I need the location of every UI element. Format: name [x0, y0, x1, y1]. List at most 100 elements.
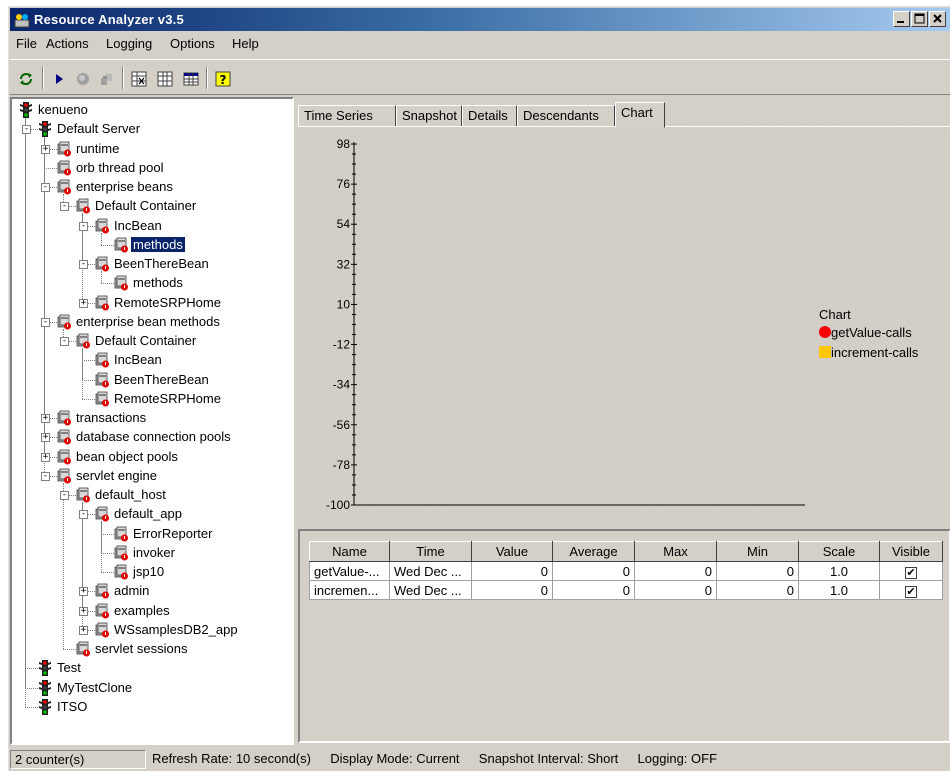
tree-node[interactable]: methods [113, 236, 185, 254]
table-row[interactable]: incremen... Wed Dec ... 0 0 0 0 1.0 ✔ [309, 580, 943, 600]
tree-node[interactable]: Default Container [75, 197, 198, 215]
tree-node[interactable]: database connection pools [56, 428, 233, 446]
toolbar-separator [42, 67, 44, 89]
collapse-icon[interactable]: - [79, 260, 88, 269]
help-icon[interactable]: ? [214, 70, 232, 88]
tree-node[interactable]: RemoteSRPHome [94, 294, 223, 312]
legend-marker [819, 346, 831, 358]
scale-cell: 1.0 [798, 561, 880, 581]
column-header[interactable]: Visible [879, 541, 943, 562]
tree-node[interactable]: ITSO [37, 698, 89, 716]
resource-icon [57, 314, 71, 330]
minimize-button[interactable] [893, 11, 910, 27]
expand-icon[interactable]: + [79, 587, 88, 597]
tab-chart[interactable]: Chart [615, 102, 665, 128]
grid-icon[interactable] [182, 70, 200, 88]
tab-time-series[interactable]: Time Series [298, 105, 396, 127]
reset-icon[interactable] [98, 70, 116, 88]
tree-node[interactable]: default_host [75, 486, 168, 504]
table-clear-icon[interactable] [156, 70, 174, 88]
title-bar[interactable]: Resource Analyzer v3.5 [10, 8, 950, 31]
column-header[interactable]: Scale [798, 541, 880, 562]
tree-node[interactable]: methods [113, 274, 185, 292]
tree-node[interactable]: Default Container [75, 332, 198, 350]
column-header[interactable]: Time [389, 541, 472, 562]
collapse-icon[interactable]: - [79, 221, 88, 231]
tab-details[interactable]: Details [462, 105, 517, 127]
column-header[interactable]: Min [716, 541, 799, 562]
tree-node[interactable]: enterprise beans [56, 178, 175, 196]
tree-node[interactable]: transactions [56, 409, 148, 427]
tree-node[interactable]: BeenThereBean [94, 255, 211, 273]
expand-icon[interactable]: + [41, 144, 50, 154]
tree-node[interactable]: Default Server [37, 120, 142, 138]
tree-node-label: jsp10 [133, 564, 165, 579]
collapse-icon[interactable]: - [60, 337, 69, 346]
tree-node[interactable]: Test [37, 659, 83, 677]
resource-icon [76, 333, 90, 349]
tree-node-label: IncBean [114, 217, 162, 233]
menu-help[interactable]: Help [232, 36, 259, 51]
tree-node[interactable]: orb thread pool [56, 159, 165, 177]
tree-node[interactable]: runtime [56, 140, 121, 158]
expand-icon[interactable]: + [41, 414, 50, 423]
menu-logging[interactable]: Logging [106, 36, 152, 51]
tree-node[interactable]: IncBean [94, 217, 164, 235]
tree-node-label: transactions [76, 410, 147, 425]
tree-node[interactable]: ErrorReporter [113, 525, 214, 543]
collapse-icon[interactable]: - [41, 183, 50, 192]
tree-node[interactable]: kenueno [18, 101, 90, 119]
collapse-icon[interactable]: - [60, 491, 69, 500]
expand-icon[interactable]: + [79, 606, 88, 616]
tree-node[interactable]: servlet sessions [75, 640, 189, 658]
tab-snapshot[interactable]: Snapshot [396, 105, 462, 127]
column-header[interactable]: Value [471, 541, 553, 562]
tree-node[interactable]: servlet engine [56, 467, 159, 485]
resource-icon [95, 295, 109, 310]
tree-node[interactable]: RemoteSRPHome [94, 390, 223, 408]
expand-icon[interactable]: + [79, 625, 88, 635]
menu-file[interactable]: File [16, 36, 37, 51]
tree-node[interactable]: enterprise bean methods [56, 313, 222, 331]
refresh-icon[interactable] [17, 70, 35, 88]
tree-node[interactable]: WSsamplesDB2_app [94, 621, 240, 639]
tab-descendants[interactable]: Descendants [517, 105, 615, 127]
expand-icon[interactable]: + [41, 433, 50, 443]
expand-icon[interactable]: + [41, 452, 50, 462]
collapse-icon[interactable]: - [79, 510, 88, 520]
stop-icon[interactable] [74, 70, 92, 88]
collapse-icon[interactable]: - [41, 317, 50, 327]
tree-node[interactable]: jsp10 [113, 563, 166, 581]
collapse-icon[interactable]: - [60, 202, 69, 212]
tree-node-label: default_host [95, 487, 166, 502]
tree-node[interactable]: invoker [113, 544, 177, 562]
tree-node-label: ErrorReporter [133, 525, 213, 541]
column-header[interactable]: Name [309, 541, 390, 562]
table-icon[interactable] [130, 70, 148, 88]
play-icon[interactable] [50, 70, 68, 88]
resource-analyzer-window: Resource Analyzer v3.5 File Actions Logg… [8, 6, 950, 771]
maximize-button[interactable] [911, 11, 928, 27]
visible-checkbox[interactable]: ✔ [905, 585, 917, 598]
collapse-icon[interactable]: - [22, 125, 31, 135]
tree-node[interactable]: default_app [94, 505, 184, 523]
tree-node[interactable]: IncBean [94, 351, 164, 369]
tree-node[interactable]: examples [94, 602, 172, 620]
menu-options[interactable]: Options [170, 36, 215, 51]
table-row[interactable]: getValue-... Wed Dec ... 0 0 0 0 1.0 ✔ [309, 561, 943, 581]
menu-actions[interactable]: Actions [46, 36, 89, 51]
tree-node-label: Default Container [95, 333, 197, 348]
resource-icon [76, 641, 90, 657]
collapse-icon[interactable]: - [41, 471, 50, 481]
close-button[interactable] [929, 11, 946, 27]
expand-icon[interactable]: + [79, 298, 88, 308]
resource-tree[interactable]: kenueno - Default Server + runtime orb thread… [10, 97, 294, 745]
visible-checkbox[interactable]: ✔ [905, 566, 917, 579]
column-header[interactable]: Average [552, 541, 635, 562]
minimize-icon [897, 21, 904, 23]
tree-node[interactable]: MyTestClone [37, 679, 134, 697]
tree-node[interactable]: admin [94, 582, 151, 600]
column-header[interactable]: Max [634, 541, 717, 562]
tree-node[interactable]: bean object pools [56, 448, 180, 466]
tree-node[interactable]: BeenThereBean [94, 371, 211, 389]
